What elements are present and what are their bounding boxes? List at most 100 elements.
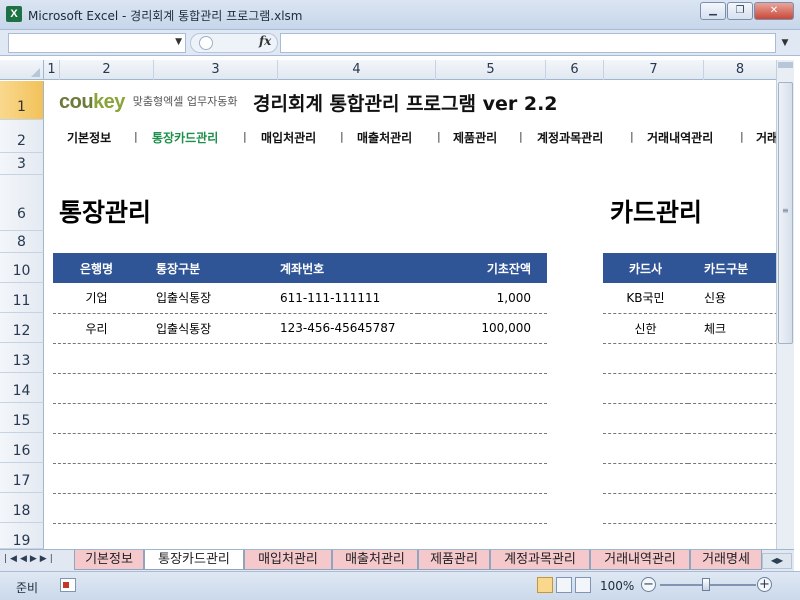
tab-scroll-arrows-icon[interactable]: |◀◀▶▶| [4, 554, 56, 564]
opening-balance-cell[interactable]: 1,000 [418, 283, 547, 314]
bank-name-cell[interactable]: 우리 [53, 313, 140, 344]
empty-cell[interactable] [603, 463, 688, 494]
empty-cell[interactable] [140, 493, 268, 524]
empty-cell[interactable] [268, 493, 418, 524]
sheet-tab-bank-card[interactable]: 통장카드관리 [144, 550, 244, 570]
restore-button[interactable]: ❐ [727, 2, 753, 20]
page-break-view-icon[interactable] [575, 577, 591, 593]
empty-cell[interactable] [53, 403, 140, 434]
empty-cell[interactable] [53, 493, 140, 524]
minimize-button[interactable]: ▁ [700, 2, 726, 20]
normal-view-icon[interactable] [537, 577, 553, 593]
close-button[interactable]: ✕ [754, 2, 794, 20]
nav-item-bank-card[interactable]: 통장카드관리 [152, 129, 218, 146]
empty-cell[interactable] [268, 403, 418, 434]
formula-cancel-icon[interactable] [199, 36, 213, 50]
account-number-cell[interactable]: 611-111-111111 [268, 283, 418, 314]
empty-cell[interactable] [268, 343, 418, 374]
empty-cell[interactable] [140, 433, 268, 464]
empty-cell[interactable] [418, 403, 547, 434]
row-header[interactable]: 1 [0, 81, 44, 120]
nav-item-basic-info[interactable]: 기본정보 [67, 129, 111, 146]
empty-cell[interactable] [603, 493, 688, 524]
column-header[interactable]: 3 [154, 60, 278, 80]
row-header[interactable]: 2 [0, 120, 44, 153]
empty-cell[interactable] [140, 373, 268, 404]
empty-cell[interactable] [688, 463, 776, 494]
card-company-cell[interactable]: 신한 [603, 313, 688, 344]
bank-name-cell[interactable]: 기업 [53, 283, 140, 314]
column-header[interactable]: 7 [604, 60, 704, 80]
empty-cell[interactable] [418, 463, 547, 494]
row-header[interactable]: 6 [0, 175, 44, 231]
excel-app-icon[interactable]: X [6, 6, 22, 22]
table-row[interactable]: KB국민 신용 [603, 283, 776, 314]
row-header[interactable]: 19 [0, 523, 44, 549]
nav-item-purchase[interactable]: 매입처관리 [261, 129, 316, 146]
zoom-out-icon[interactable]: − [641, 577, 656, 592]
opening-balance-cell[interactable]: 100,000 [418, 313, 547, 344]
empty-cell[interactable] [53, 463, 140, 494]
empty-cell[interactable] [53, 343, 140, 374]
split-handle[interactable] [778, 62, 793, 68]
table-row[interactable]: 우리 입출식통장 123-456-45645787 100,000 [53, 313, 547, 344]
sheet-tab-statement[interactable]: 거래명세 [690, 550, 762, 570]
sheet-tab-transactions[interactable]: 거래내역관리 [590, 550, 690, 570]
zoom-slider-thumb[interactable] [702, 578, 710, 591]
table-row[interactable] [603, 493, 776, 524]
empty-cell[interactable] [140, 463, 268, 494]
table-row[interactable] [603, 463, 776, 494]
table-row[interactable] [53, 463, 547, 494]
row-header[interactable]: 12 [0, 313, 44, 343]
row-header[interactable]: 13 [0, 343, 44, 373]
table-row[interactable] [603, 343, 776, 374]
select-all-corner[interactable] [0, 60, 44, 80]
empty-cell[interactable] [688, 403, 776, 434]
table-row[interactable]: 기업 입출식통장 611-111-111111 1,000 [53, 283, 547, 314]
row-header[interactable]: 10 [0, 253, 44, 283]
empty-cell[interactable] [603, 433, 688, 464]
macro-record-icon[interactable] [60, 578, 76, 592]
column-header[interactable]: 2 [60, 60, 154, 80]
nav-item-account[interactable]: 계정과목관리 [537, 129, 603, 146]
empty-cell[interactable] [418, 433, 547, 464]
row-header[interactable]: 11 [0, 283, 44, 313]
table-row[interactable] [53, 433, 547, 464]
table-row[interactable] [53, 343, 547, 374]
nav-item-sales[interactable]: 매출처관리 [357, 129, 412, 146]
sheet-tab-account[interactable]: 계정과목관리 [490, 550, 590, 570]
horizontal-scroll-icon[interactable]: ◀▶ [762, 553, 792, 569]
column-header[interactable]: 1 [44, 60, 60, 80]
empty-cell[interactable] [140, 343, 268, 374]
account-type-cell[interactable]: 입출식통장 [140, 283, 268, 314]
empty-cell[interactable] [53, 373, 140, 404]
empty-cell[interactable] [688, 373, 776, 404]
name-box[interactable]: ▼ [8, 33, 186, 53]
sheet-tab-sales[interactable]: 매출처관리 [332, 550, 418, 570]
formula-input[interactable] [280, 33, 776, 53]
sheet-tab-basic-info[interactable]: 기본정보 [74, 550, 144, 570]
nav-item-transactions[interactable]: 거래내역관리 [647, 129, 713, 146]
table-row[interactable] [53, 403, 547, 434]
account-type-cell[interactable]: 입출식통장 [140, 313, 268, 344]
empty-cell[interactable] [268, 463, 418, 494]
empty-cell[interactable] [268, 373, 418, 404]
column-header[interactable]: 8 [704, 60, 776, 80]
empty-cell[interactable] [603, 403, 688, 434]
page-layout-view-icon[interactable] [556, 577, 572, 593]
zoom-in-icon[interactable]: + [757, 577, 772, 592]
column-header[interactable]: 5 [436, 60, 546, 80]
zoom-level[interactable]: 100% [600, 579, 634, 593]
vertical-scrollbar[interactable]: ≡ [776, 60, 794, 549]
row-header[interactable]: 3 [0, 153, 44, 175]
empty-cell[interactable] [53, 433, 140, 464]
empty-cell[interactable] [140, 403, 268, 434]
nav-item-product[interactable]: 제품관리 [453, 129, 497, 146]
column-header[interactable]: 6 [546, 60, 604, 80]
row-header[interactable]: 14 [0, 373, 44, 403]
table-row[interactable]: 신한 체크 [603, 313, 776, 344]
vertical-scroll-thumb[interactable]: ≡ [778, 82, 793, 344]
empty-cell[interactable] [418, 493, 547, 524]
empty-cell[interactable] [418, 373, 547, 404]
insert-function-icon[interactable]: fx [259, 34, 271, 48]
